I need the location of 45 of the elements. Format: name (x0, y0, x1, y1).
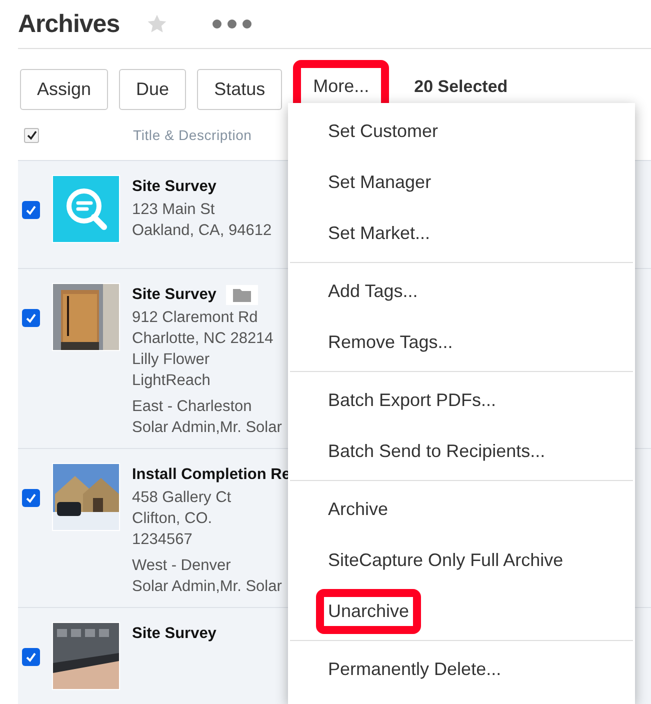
page-title: Archives (18, 10, 120, 38)
menu-item[interactable]: Add Tags... (328, 281, 418, 302)
item-detail: 1234567 (132, 530, 194, 550)
item-title[interactable]: Site Survey (132, 178, 216, 196)
menu-item[interactable]: Set Manager (328, 172, 432, 193)
item-detail: Clifton, CO. (132, 509, 214, 529)
item-detail: 912 Claremont Rd (132, 308, 259, 328)
menu-item[interactable]: Unarchive (316, 589, 422, 634)
item-title[interactable]: Site Survey (132, 625, 216, 643)
checkmark-icon (25, 204, 37, 216)
item-detail: Solar Admin,Mr. Solar (132, 577, 283, 597)
item-detail: LightReach (132, 371, 212, 391)
magnifier-icon (52, 175, 120, 243)
item-detail: Lilly Flower (132, 350, 211, 370)
item-detail: East - Charleston (132, 397, 253, 417)
menu-item[interactable]: Archive (328, 499, 388, 520)
more-options-icon[interactable] (212, 19, 252, 29)
item-detail: Oakland, CA, 94612 (132, 221, 272, 241)
menu-item[interactable]: Batch Export PDFs... (328, 390, 496, 411)
toolbar-button[interactable]: Status (197, 69, 282, 110)
checkmark-icon (25, 312, 37, 324)
selection-count: 20 Selected (414, 76, 508, 96)
menu-item[interactable]: Remove Tags... (328, 332, 453, 353)
item-detail: West - Denver (132, 556, 232, 576)
toolbar-button[interactable]: Assign (20, 69, 108, 110)
row-checkbox[interactable] (22, 309, 40, 327)
checkmark-icon (25, 651, 37, 663)
row-checkbox[interactable] (22, 648, 40, 666)
menu-item[interactable]: Set Customer (328, 121, 438, 142)
row-checkbox[interactable] (22, 201, 40, 219)
row-checkbox[interactable] (22, 489, 40, 507)
menu-item[interactable]: SiteCapture Only Full Archive (328, 550, 564, 571)
menu-item[interactable]: Batch Send to Recipients... (328, 441, 546, 462)
star-icon[interactable] (146, 13, 168, 35)
select-all-checkbox[interactable] (24, 128, 39, 142)
toolbar-button[interactable]: Due (119, 69, 186, 110)
menu-item[interactable]: Permanently Delete... (328, 659, 502, 680)
item-detail: Solar Admin,Mr. Solar (132, 418, 282, 438)
checkmark-icon (26, 129, 38, 141)
menu-item[interactable]: Set Market... (328, 223, 430, 244)
checkmark-icon (25, 492, 37, 504)
item-detail: Charlotte, NC 28214 (132, 329, 274, 349)
item-detail: 123 Main St (132, 200, 216, 220)
item-detail: 458 Gallery Ct (132, 488, 232, 508)
item-title[interactable]: Site Survey (132, 286, 216, 304)
